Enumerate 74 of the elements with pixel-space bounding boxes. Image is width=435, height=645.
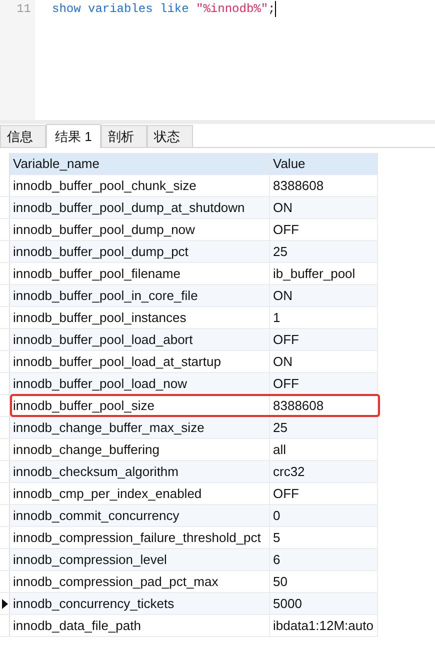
table-row[interactable]: innodb_cmp_per_index_enabled OFF	[0, 483, 378, 505]
code-line: show variables like "%innodb%";	[52, 1, 276, 18]
column-header[interactable]: Value	[270, 153, 378, 175]
table-row[interactable]: innodb_buffer_pool_chunk_size 8388608	[0, 175, 378, 197]
table-cell: innodb_buffer_pool_load_abort	[10, 329, 270, 350]
table-cell: innodb_compression_pad_pct_max	[10, 571, 270, 592]
table-cell: crc32	[270, 461, 378, 482]
table-row[interactable]: innodb_concurrency_tickets 5000	[0, 593, 378, 615]
table-cell: 8388608	[270, 395, 378, 416]
table-cell: 8388608	[270, 175, 378, 196]
text-cursor	[275, 1, 276, 17]
table-row[interactable]: innodb_buffer_pool_size 8388608	[0, 395, 378, 417]
table-cell: OFF	[270, 329, 378, 350]
table-cell: 5	[270, 527, 378, 548]
table-cell: innodb_buffer_pool_instances	[10, 307, 270, 328]
table-cell: innodb_change_buffering	[10, 439, 270, 460]
row-selector[interactable]	[0, 593, 10, 614]
table-cell: innodb_compression_level	[10, 549, 270, 570]
table-cell: OFF	[270, 219, 378, 240]
table-cell: innodb_buffer_pool_dump_now	[10, 219, 270, 240]
table-cell: innodb_buffer_pool_dump_at_shutdown	[10, 197, 270, 218]
table-row[interactable]: innodb_change_buffer_max_size 25	[0, 417, 378, 439]
table-cell: ib_buffer_pool	[270, 263, 378, 284]
table-cell: 6	[270, 549, 378, 570]
table-cell: innodb_buffer_pool_in_core_file	[10, 285, 270, 306]
table-cell: innodb_cmp_per_index_enabled	[10, 483, 270, 504]
result-tab[interactable]: 结果 1	[46, 124, 101, 148]
table-cell: innodb_buffer_pool_chunk_size	[10, 175, 270, 196]
table-cell: innodb_checksum_algorithm	[10, 461, 270, 482]
table-row[interactable]: innodb_checksum_algorithm crc32	[0, 461, 378, 483]
table-cell: innodb_compression_failure_threshold_pct	[10, 527, 270, 548]
table-cell: OFF	[270, 483, 378, 504]
table-cell: innodb_buffer_pool_dump_pct	[10, 241, 270, 262]
table-cell: innodb_change_buffer_max_size	[10, 417, 270, 438]
table-row[interactable]: innodb_buffer_pool_load_abort OFF	[0, 329, 378, 351]
table-row[interactable]: innodb_buffer_pool_dump_now OFF	[0, 219, 378, 241]
table-row[interactable]: innodb_buffer_pool_filename ib_buffer_pool	[0, 263, 378, 285]
table-cell: 0	[270, 505, 378, 526]
table-row[interactable]: innodb_data_file_path ibdata1:12M:auto	[0, 615, 378, 637]
table-row[interactable]: innodb_commit_concurrency 0	[0, 505, 378, 527]
table-row[interactable]: innodb_compression_failure_threshold_pct 5	[0, 527, 378, 549]
table-cell: 25	[270, 417, 378, 438]
table-cell: innodb_buffer_pool_size	[10, 395, 270, 416]
table-cell: innodb_data_file_path	[10, 615, 270, 636]
table-cell: 5000	[270, 593, 378, 614]
table-cell: 1	[270, 307, 378, 328]
table-row[interactable]: innodb_buffer_pool_dump_at_shutdown ON	[0, 197, 378, 219]
result-tab[interactable]: 状态	[146, 125, 193, 147]
table-row[interactable]: innodb_compression_level 6	[0, 549, 378, 571]
result-tab[interactable]: 剖析	[100, 125, 147, 147]
code-editor[interactable]: 11 show variables like "%innodb%";	[0, 0, 435, 120]
table-cell: innodb_concurrency_tickets	[10, 593, 270, 614]
table-row[interactable]: innodb_buffer_pool_load_now OFF	[0, 373, 378, 395]
table-cell: all	[270, 439, 378, 460]
result-tab[interactable]: 信息	[0, 125, 46, 147]
table-cell: ON	[270, 197, 378, 218]
table-cell: ibdata1:12M:auto	[270, 615, 378, 636]
table-row[interactable]: innodb_change_buffering all	[0, 439, 378, 461]
table-cell: ON	[270, 351, 378, 372]
table-cell: 50	[270, 571, 378, 592]
table-cell: ON	[270, 285, 378, 306]
column-header[interactable]: Variable_name	[10, 153, 270, 175]
table-row[interactable]: innodb_buffer_pool_in_core_file ON	[0, 285, 378, 307]
table-row[interactable]: innodb_compression_pad_pct_max 50	[0, 571, 378, 593]
line-number: 11	[16, 1, 32, 18]
table-row[interactable]: innodb_buffer_pool_instances 1	[0, 307, 378, 329]
table-row[interactable]: innodb_buffer_pool_load_at_startup ON	[0, 351, 378, 373]
table-cell: OFF	[270, 373, 378, 394]
table-cell: innodb_buffer_pool_load_at_startup	[10, 351, 270, 372]
table-row[interactable]: innodb_buffer_pool_dump_pct 25	[0, 241, 378, 263]
table-cell: 25	[270, 241, 378, 262]
table-cell: innodb_buffer_pool_filename	[10, 263, 270, 284]
table-cell: innodb_commit_concurrency	[10, 505, 270, 526]
table-cell: innodb_buffer_pool_load_now	[10, 373, 270, 394]
